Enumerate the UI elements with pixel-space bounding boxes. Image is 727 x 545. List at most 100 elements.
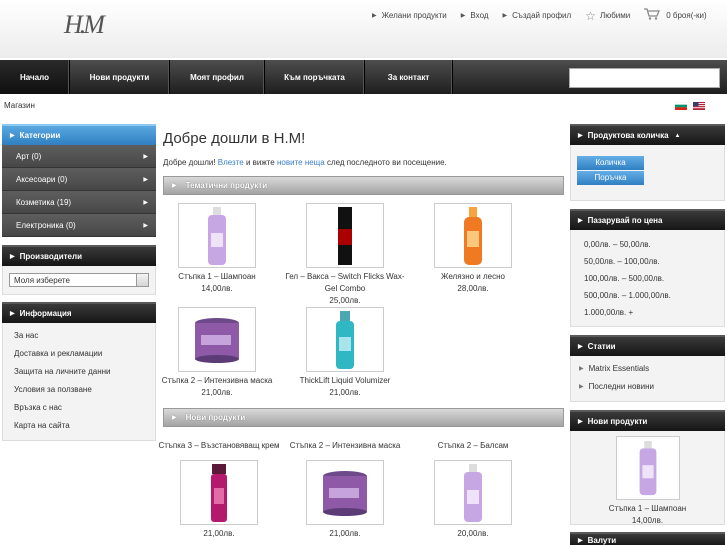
info-title: Информация	[19, 309, 72, 318]
product-name[interactable]: Желязно и лесно	[409, 271, 537, 283]
product-card[interactable]: Желязно и лесно 28,00лв.	[409, 203, 537, 295]
triangle-right-icon: ▶	[578, 537, 583, 544]
cart-box-body: Количка Поръчка	[570, 145, 725, 201]
price-box-title: Пазарувай по цена	[587, 216, 663, 225]
breadcrumb[interactable]: Магазин	[4, 101, 35, 110]
product-image[interactable]	[306, 307, 384, 372]
search-input[interactable]	[569, 68, 720, 88]
info-link-contact[interactable]: Връзка с нас	[3, 399, 155, 417]
product-image[interactable]	[615, 436, 680, 500]
article-link[interactable]: ▶ Matrix Essentials	[571, 360, 724, 378]
site-logo[interactable]: Н.М	[64, 10, 105, 40]
triangle-right-icon: ▶	[10, 254, 15, 260]
product-image[interactable]	[178, 307, 256, 372]
login-link[interactable]: ▶ Вход	[461, 11, 489, 20]
main-content: Добре дошли в Н.М! Добре дошли! Влезте и…	[158, 124, 564, 538]
nav-checkout[interactable]: Към поръчката	[265, 60, 365, 94]
nav-new-products[interactable]: Нови продукти	[70, 60, 170, 94]
price-range-link[interactable]: 1.000,00лв. +	[571, 304, 724, 321]
categories-list: Арт (0) ▶ Аксесоари (0) ▶ Козметика (19) ▶ …	[2, 145, 156, 237]
product-card[interactable]: Стъпка 1 – Шампоан 14,00лв.	[153, 203, 281, 295]
info-link-privacy[interactable]: Защита на личните данни	[3, 363, 155, 381]
product-card[interactable]: Стъпка 2 – Интензивна маска 21,00лв.	[281, 440, 409, 540]
favorites-label: Любими	[599, 11, 631, 20]
triangle-right-icon: ▶	[372, 13, 377, 19]
login-inline-link[interactable]: Влезте	[218, 158, 244, 167]
welcome-part: след последното ви посещение.	[324, 158, 447, 167]
header: Н.М ▶ Желани продукти ▶ Вход ▶ Създай профи…	[0, 0, 727, 58]
product-name[interactable]: Стъпка 2 – Интензивна маска	[281, 440, 409, 452]
right-new-product[interactable]: Стъпка 1 – Шампоан 14,00лв.	[570, 431, 725, 525]
triangle-right-icon: ▶	[578, 419, 583, 425]
product-card[interactable]: Стъпка 2 – Балсам 20,00лв.	[409, 440, 537, 540]
cart-button[interactable]: Количка	[577, 156, 644, 170]
page-title: Добре дошли в Н.М!	[163, 130, 306, 147]
triangle-right-icon: ▶	[579, 366, 584, 372]
product-image[interactable]	[434, 203, 512, 268]
product-name[interactable]: Стъпка 3 – Възстановяващ крем	[151, 440, 287, 452]
product-name[interactable]: Стъпка 2 – Интензивна маска	[153, 375, 281, 387]
product-card[interactable]: ThickLift Liquid Volumizer 21,00лв.	[281, 307, 409, 399]
product-name[interactable]: Стъпка 1 – Шампоан	[153, 271, 281, 283]
favorites-link[interactable]: ☆ Любими	[585, 9, 630, 23]
right-new-products-header: ▶ Нови продукти	[570, 410, 725, 431]
product-card[interactable]: Стъпка 3 – Възстановяващ крем 21,00лв.	[151, 440, 287, 540]
wishlist-label: Желани продукти	[381, 11, 447, 20]
product-name[interactable]: Стъпка 1 – Шампоан	[571, 503, 724, 515]
category-item-art[interactable]: Арт (0) ▶	[2, 145, 156, 168]
manufacturer-select[interactable]: Моля изберете	[9, 273, 149, 287]
dropdown-button[interactable]	[136, 274, 148, 286]
info-link-sitemap[interactable]: Карта на сайта	[3, 417, 155, 435]
product-name[interactable]: Стъпка 2 – Балсам	[409, 440, 537, 452]
bulgarian-flag-icon[interactable]	[675, 102, 687, 110]
nav-home[interactable]: Начало	[0, 60, 70, 94]
product-card[interactable]: Гел – Вакса – Switch Flicks Wax-Gel Comb…	[281, 203, 409, 307]
product-card[interactable]: Стъпка 2 – Интензивна маска 21,00лв.	[153, 307, 281, 399]
info-header: ▶ Информация	[2, 302, 156, 323]
cart-link[interactable]: 0 броя(-ки)	[644, 8, 707, 23]
price-range-link[interactable]: 0,00лв. – 50,00лв.	[571, 236, 724, 253]
left-column: ▶ Категории Арт (0) ▶ Аксесоари (0) ▶ Козме…	[2, 124, 156, 441]
nav-contact[interactable]: За контакт	[365, 60, 453, 94]
product-name[interactable]: ThickLift Liquid Volumizer	[281, 375, 409, 387]
category-label: Електроника (0)	[16, 220, 76, 230]
english-flag-icon[interactable]	[693, 102, 705, 110]
product-image[interactable]	[306, 460, 384, 525]
product-price: 20,00лв.	[457, 529, 489, 538]
chevron-right-icon: ▶	[143, 222, 148, 229]
nav-my-profile[interactable]: Моят профил	[170, 60, 265, 94]
cart-box-title: Продуктова количка	[587, 131, 669, 140]
article-link[interactable]: ▶ Последни новини	[571, 378, 724, 396]
checkout-button[interactable]: Поръчка	[577, 171, 644, 185]
category-item-electronics[interactable]: Електроника (0) ▶	[2, 214, 156, 237]
price-range-link[interactable]: 500,00лв. – 1.000,00лв.	[571, 287, 724, 304]
manufacturers-title: Производители	[19, 252, 82, 261]
article-label: Matrix Essentials	[588, 364, 650, 373]
category-label: Арт (0)	[16, 151, 42, 161]
chevron-up-icon[interactable]: ▲	[675, 133, 681, 139]
product-image[interactable]	[434, 460, 512, 525]
price-range-link[interactable]: 100,00лв. – 500,00лв.	[571, 270, 724, 287]
category-item-accessories[interactable]: Аксесоари (0) ▶	[2, 168, 156, 191]
category-item-cosmetics[interactable]: Козметика (19) ▶	[2, 191, 156, 214]
chevron-right-icon: ▶	[143, 153, 148, 160]
register-link[interactable]: ▶ Създай профил	[503, 11, 572, 20]
featured-title: Тематични продукти	[185, 181, 268, 190]
categories-header: ▶ Категории	[2, 124, 156, 145]
category-label: Аксесоари (0)	[16, 174, 68, 184]
price-range-link[interactable]: 50,00лв. – 100,00лв.	[571, 253, 724, 270]
breadcrumb-row: Магазин	[4, 101, 727, 113]
info-link-terms[interactable]: Условия за ползване	[3, 381, 155, 399]
manufacturers-body: Моля изберете	[2, 266, 156, 295]
triangle-right-icon: ▶	[578, 344, 583, 350]
cart-box-header: ▶ Продуктова количка ▲	[570, 124, 725, 145]
info-link-about[interactable]: За нас	[3, 327, 155, 345]
info-link-delivery[interactable]: Доставка и рекламации	[3, 345, 155, 363]
wishlist-link[interactable]: ▶ Желани продукти	[372, 11, 447, 20]
right-column: ▶ Продуктова количка ▲ Количка Поръчка ▶ Па…	[570, 124, 725, 545]
new-items-inline-link[interactable]: новите неща	[277, 158, 325, 167]
product-image[interactable]	[178, 203, 256, 268]
product-name[interactable]: Гел – Вакса – Switch Flicks Wax-Gel Comb…	[281, 271, 409, 295]
product-image[interactable]	[306, 203, 384, 268]
product-image[interactable]	[180, 460, 258, 525]
